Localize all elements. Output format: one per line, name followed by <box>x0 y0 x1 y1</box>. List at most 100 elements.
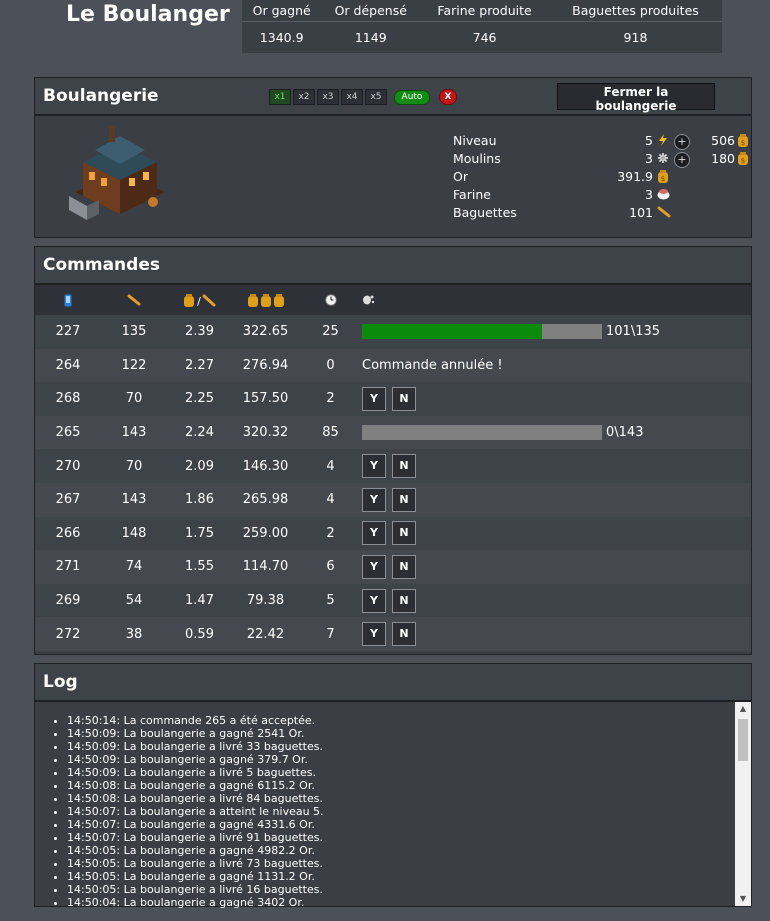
orders-table: / 227 135 2.39 322.65 25 101\135 264 122 2.27 276… <box>35 285 751 651</box>
orders-header-row: / <box>35 285 751 315</box>
stop-button[interactable]: X <box>439 89 457 105</box>
order-quantity: 148 <box>101 516 167 551</box>
mill-icon <box>657 152 669 164</box>
accept-order-button[interactable]: Y <box>362 554 386 579</box>
order-id: 271 <box>35 550 101 584</box>
orders-header: Commandes <box>35 247 751 285</box>
order-row: 264 122 2.27 276.94 0 Commande annulée ! <box>35 348 751 383</box>
attr-row-gold: Or 391.9 $ <box>453 169 753 187</box>
upgrade-mills-button[interactable]: + <box>674 152 690 168</box>
order-total: 265.98 <box>232 482 299 517</box>
svg-text:$: $ <box>741 139 745 147</box>
speed-x1-button[interactable]: x1 <box>269 89 291 105</box>
order-id: 265 <box>35 415 101 450</box>
bakery-header: Boulangerie x1 x2 x3 x4 x5 Auto X Fermer… <box>35 78 751 116</box>
attr-level-value: 5 <box>645 133 653 148</box>
stat-baguettes: 918 <box>623 30 648 46</box>
orders-panel: Commandes / 227 135 2.39 322.65 25 101\135 264… <box>34 246 752 655</box>
baguette-icon <box>657 206 671 218</box>
stat-flour: 746 <box>472 30 497 46</box>
accept-order-button[interactable]: Y <box>362 386 386 411</box>
stat-gold-earned: 1340.9 <box>259 30 304 46</box>
reject-order-button[interactable]: N <box>392 622 416 647</box>
reject-order-button[interactable]: N <box>392 487 416 512</box>
order-action: YN <box>362 583 751 618</box>
order-time: 7 <box>299 617 362 651</box>
log-scrollbar[interactable]: ▲ ▼ <box>735 702 751 906</box>
order-id: 268 <box>35 382 101 416</box>
order-ratio: 0.59 <box>167 617 232 651</box>
log-entry: 14:50:07: La boulangerie a gagné 4331.6 … <box>67 818 751 831</box>
order-id: 272 <box>35 617 101 651</box>
attr-row-mills: Moulins 3 + 180 $ <box>453 151 753 169</box>
scrollbar-thumb[interactable] <box>738 719 748 761</box>
reject-order-button[interactable]: N <box>392 386 416 411</box>
log-entry: 14:50:08: La boulangerie a livré 84 bagu… <box>67 792 751 805</box>
bakery-attributes: Niveau 5 + 506 $ Moulins 3 + 180 $ Or 39… <box>453 133 753 223</box>
order-action: 101\135 <box>362 315 751 349</box>
baguette-icon <box>127 294 141 306</box>
stat-header-flour: Farine produite <box>420 0 549 23</box>
order-time: 2 <box>299 382 362 416</box>
order-id: 267 <box>35 482 101 517</box>
log-entry: 14:50:07: La boulangerie a livré 91 bagu… <box>67 831 751 844</box>
order-action: 0\143 <box>362 415 751 450</box>
orders-title: Commandes <box>43 255 160 275</box>
clock-icon <box>324 294 337 306</box>
auto-button[interactable]: Auto <box>394 89 430 105</box>
order-total: 320.32 <box>232 415 299 450</box>
log-box[interactable]: 14:50:14: La commande 265 a été acceptée… <box>35 702 751 909</box>
order-total: 276.94 <box>232 348 299 383</box>
order-ratio: 1.47 <box>167 583 232 618</box>
order-row: 269 54 1.47 79.38 5 Y N <box>35 583 751 618</box>
order-ratio: 2.09 <box>167 449 232 483</box>
attr-row-flour: Farine 3 <box>453 187 753 205</box>
reject-order-button[interactable]: N <box>392 554 416 579</box>
accept-order-button[interactable]: Y <box>362 487 386 512</box>
attr-row-level: Niveau 5 + 506 $ <box>453 133 753 151</box>
col-id <box>35 285 101 315</box>
order-total: 114.70 <box>232 550 299 584</box>
reject-order-button[interactable]: N <box>392 454 416 479</box>
log-entry: 14:50:09: La boulangerie a gagné 379.7 O… <box>67 753 751 766</box>
attr-flour-value: 3 <box>645 187 653 202</box>
col-action <box>362 285 751 315</box>
speed-x4-button[interactable]: x4 <box>341 89 363 105</box>
upgrade-level-button[interactable]: + <box>674 134 690 150</box>
order-time: 5 <box>299 583 362 618</box>
mills-upgrade-cost: 180 <box>711 151 735 166</box>
order-row: 271 74 1.55 114.70 6 Y N <box>35 550 751 584</box>
speed-x3-button[interactable]: x3 <box>317 89 339 105</box>
scroll-up-arrow-icon[interactable]: ▲ <box>735 702 751 716</box>
close-bakery-button[interactable]: Fermer la boulangerie <box>557 83 715 113</box>
accept-order-button[interactable]: Y <box>362 588 386 613</box>
accept-order-button[interactable]: Y <box>362 454 386 479</box>
accept-order-button[interactable]: Y <box>362 622 386 647</box>
speed-controls: x1 x2 x3 x4 x5 Auto X <box>269 89 457 105</box>
order-row: 268 70 2.25 157.50 2 Y N <box>35 382 751 416</box>
col-quantity <box>101 285 167 315</box>
col-time <box>299 285 362 315</box>
order-action: YN <box>362 382 751 416</box>
gold-per-baguette-icon: / <box>183 293 217 307</box>
order-cancelled-message: Commande annulée ! <box>362 357 503 373</box>
speed-x5-button[interactable]: x5 <box>365 89 387 105</box>
three-coins-icon <box>247 293 285 307</box>
attr-mills-label: Moulins <box>453 151 501 166</box>
scroll-down-arrow-icon[interactable]: ▼ <box>735 892 751 906</box>
orders-body: 227 135 2.39 322.65 25 101\135 264 122 2.27 276.9… <box>35 315 751 651</box>
reject-order-button[interactable]: N <box>392 588 416 613</box>
gold-coin-icon: $ <box>737 134 749 147</box>
reject-order-button[interactable]: N <box>392 521 416 546</box>
speed-x2-button[interactable]: x2 <box>293 89 315 105</box>
accept-order-button[interactable]: Y <box>362 521 386 546</box>
svg-text:/: / <box>197 295 201 307</box>
order-ratio: 2.24 <box>167 415 232 450</box>
order-id: 227 <box>35 315 101 349</box>
order-total: 79.38 <box>232 583 299 618</box>
log-title: Log <box>43 672 78 692</box>
bakery-title: Boulangerie <box>43 86 159 106</box>
order-quantity: 74 <box>101 550 167 584</box>
order-time: 0 <box>299 348 362 383</box>
attr-baguettes-label: Baguettes <box>453 205 517 220</box>
